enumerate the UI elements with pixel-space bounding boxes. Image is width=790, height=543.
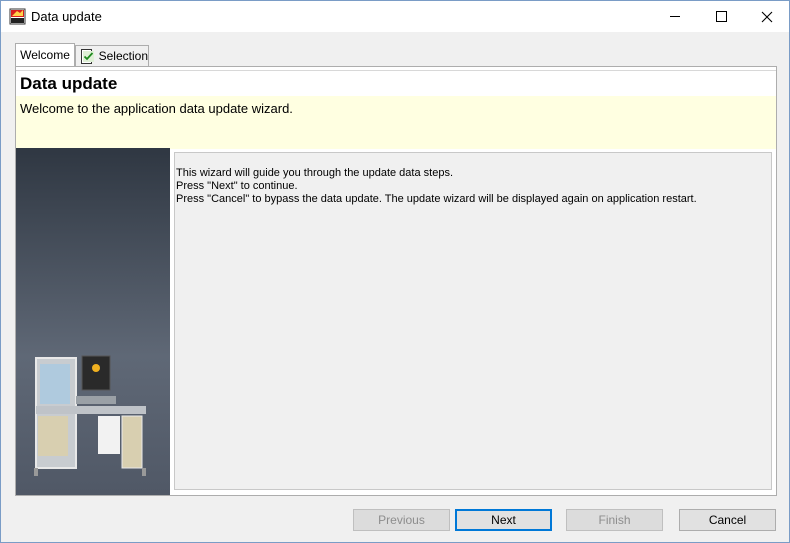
wizard-message: This wizard will guide you through the u… bbox=[174, 152, 772, 490]
page-title: Data update bbox=[20, 74, 118, 93]
checkmark-icon bbox=[83, 50, 94, 62]
title-bar[interactable]: Data update bbox=[1, 1, 789, 32]
selection-checkbox[interactable] bbox=[81, 48, 94, 64]
machine-icon bbox=[16, 148, 170, 495]
previous-button[interactable]: Previous bbox=[353, 509, 450, 531]
window-title: Data update bbox=[31, 9, 102, 24]
maximize-button[interactable] bbox=[698, 1, 744, 32]
wizard-page: Data update Welcome to the application d… bbox=[15, 66, 777, 496]
message-line-1: This wizard will guide you through the u… bbox=[176, 167, 453, 179]
next-button[interactable]: Next bbox=[455, 509, 552, 531]
page-header: Data update Welcome to the application d… bbox=[16, 70, 776, 149]
finish-button[interactable]: Finish bbox=[566, 509, 663, 531]
page-subtitle: Welcome to the application data update w… bbox=[20, 101, 293, 116]
tab-selection-label: Selection bbox=[98, 49, 148, 63]
wizard-window: Data update Welcome Selection Data updat… bbox=[0, 0, 790, 543]
tab-selection[interactable]: Selection bbox=[75, 45, 149, 66]
tab-welcome-label: Welcome bbox=[20, 48, 70, 62]
header-title-strip: Data update bbox=[16, 71, 776, 96]
close-button[interactable] bbox=[744, 1, 790, 32]
tab-welcome[interactable]: Welcome bbox=[15, 43, 75, 66]
maximize-icon bbox=[715, 11, 727, 22]
close-icon bbox=[761, 11, 773, 22]
message-line-2: Press "Next" to continue. bbox=[176, 180, 298, 192]
message-line-3: Press "Cancel" to bypass the data update… bbox=[176, 193, 697, 205]
machine-illustration bbox=[16, 148, 170, 495]
cancel-button[interactable]: Cancel bbox=[679, 509, 776, 531]
minimize-icon bbox=[670, 16, 680, 17]
minimize-button[interactable] bbox=[652, 1, 698, 32]
app-2017-icon bbox=[9, 8, 26, 25]
